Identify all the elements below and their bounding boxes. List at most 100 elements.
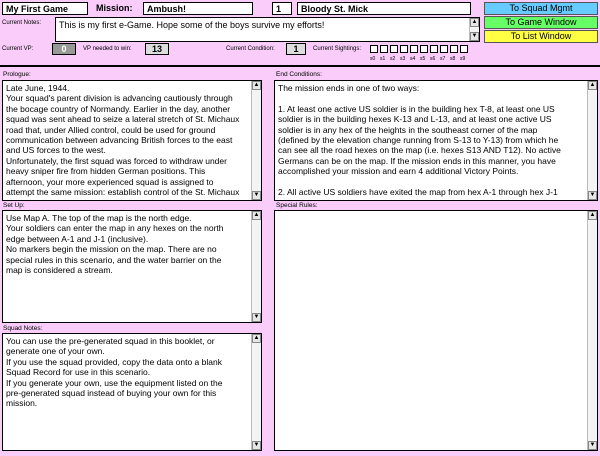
setup-line: Your soldiers can enter the map in any h… [6,223,224,234]
sighting-checkbox[interactable] [390,45,398,53]
prologue-scrollbar[interactable]: ▲ ▼ [251,81,261,200]
squad-notes-line: You can use the pre-generated squad in t… [6,336,215,346]
sighting-checkbox[interactable] [420,45,428,53]
mission-label: Mission: [96,3,133,13]
game-name-field[interactable]: My First Game [2,2,88,15]
to-game-window-button[interactable]: To Game Window [484,16,598,29]
special-rules-scrollbar[interactable]: ▲ ▼ [587,211,597,450]
squad-notes-line: generate one of your own. [6,346,105,357]
prologue-line: the bocage country of Normandy. Earlier … [6,103,231,114]
squad-notes-line: If you use the squad provided, copy the … [6,356,222,367]
special-rules-textarea[interactable]: ▲ ▼ [274,210,598,451]
sighting-label: s3 [400,56,406,62]
sighting-checkbox[interactable] [460,45,468,53]
end-conditions-scrollbar[interactable]: ▲ ▼ [587,81,597,200]
current-vp-value: 0 [52,43,76,55]
squad-notes-line: pre-generated squad instead of buying yo… [6,388,217,399]
sighting-label: s4 [410,56,416,62]
setup-textarea[interactable]: Use Map A. The top of the map is the nor… [2,210,262,323]
scroll-up-icon[interactable]: ▲ [252,81,261,90]
scenario-title-field[interactable]: Bloody St. Mick [297,2,471,15]
scroll-down-icon[interactable]: ▼ [588,191,597,200]
prologue-line: Your squad's parent division is advancin… [6,93,233,104]
sighting-label: s5 [420,56,426,62]
current-condition-label: Current Condition: [226,46,275,52]
end-conditions-textarea[interactable]: The mission ends in one of two ways: 1. … [274,80,598,201]
prologue-line: Unfortunately, the first squad was force… [6,155,227,166]
end-conditions-line: accomplished your mission and earn 4 add… [278,166,519,177]
scroll-down-icon[interactable]: ▼ [252,313,261,322]
current-notes-input[interactable]: This is my first e-Game. Hope some of th… [55,17,480,42]
squad-notes-line: mission. [6,398,38,409]
scroll-up-icon[interactable]: ▲ [588,211,597,220]
current-condition-value: 1 [286,43,306,55]
scroll-down-icon[interactable]: ▼ [470,32,479,41]
sighting-label: s1 [380,56,386,62]
prologue-line: heavy sniper fire from hidden German pos… [6,166,206,177]
squad-notes-line: If you generate your own, use the equipm… [6,377,223,388]
sighting-checkbox[interactable] [450,45,458,53]
prologue-line: and US forces to the west. [6,145,106,156]
sighting-label: s2 [390,56,396,62]
scroll-down-icon[interactable]: ▼ [252,191,261,200]
scroll-up-icon[interactable]: ▲ [588,81,597,90]
sighting-label: s9 [460,56,466,62]
end-conditions-line: can see all the road hexes on the map (i… [278,145,561,156]
mission-number-field[interactable]: 1 [272,2,292,15]
vp-needed-value: 13 [145,43,169,55]
sighting-label: s6 [430,56,436,62]
to-squad-mgmt-button[interactable]: To Squad Mgmt [484,2,598,15]
scroll-up-icon[interactable]: ▲ [252,211,261,220]
scroll-down-icon[interactable]: ▼ [252,441,261,450]
setup-line: map is considered a stream. [6,265,113,276]
sighting-checkbox[interactable] [400,45,408,53]
end-conditions-label: End Conditions: [276,71,322,78]
vp-needed-label: VP needed to win: [83,46,132,52]
squad-notes-label: Squad Notes: [3,325,43,332]
prologue-line: communication between advancing British … [6,135,233,146]
sighting-checkbox[interactable] [430,45,438,53]
scroll-down-icon[interactable]: ▼ [588,441,597,450]
current-vp-label: Current VP: [2,46,34,52]
prologue-textarea[interactable]: Late June, 1944. Your squad's parent div… [2,80,262,201]
setup-scrollbar[interactable]: ▲ ▼ [251,211,261,322]
end-conditions-line: soldier is in the building hexes K-13 an… [278,114,552,125]
to-list-window-button[interactable]: To List Window [484,30,598,43]
mission-name-field[interactable]: Ambush! [143,2,253,15]
setup-line: edge between A-1 and J-1 (inclusive). [6,233,149,244]
current-notes-scrollbar[interactable]: ▲ ▼ [469,18,479,41]
setup-line: special rules in this scenario, and the … [6,254,222,265]
sighting-checkbox[interactable] [370,45,378,53]
current-sightings-label: Current Sightings: [313,46,362,52]
sighting-checkbox[interactable] [410,45,418,53]
current-notes-text: This is my first e-Game. Hope some of th… [59,20,325,30]
sighting-label: s7 [440,56,446,62]
sighting-checkbox[interactable] [440,45,448,53]
end-conditions-line [278,177,585,187]
end-conditions-line [278,93,585,103]
setup-label: Set Up: [3,202,25,209]
scroll-up-icon[interactable]: ▲ [252,334,261,343]
prologue-line: squad was sent ahead to seize a lateral … [6,114,240,125]
squad-notes-line: Squad Record for use in this scenario. [6,367,151,378]
sighting-checkbox[interactable] [380,45,388,53]
end-conditions-line: soldier is in any hex of the heights in … [278,124,538,135]
end-conditions-line: 1. At least one active US soldier is in … [278,103,555,114]
end-conditions-line: 2. All active US soldiers have exited th… [278,187,558,198]
scroll-up-icon[interactable]: ▲ [470,18,479,27]
setup-line: No markers begin the mission on the map.… [6,244,217,255]
special-rules-label: Special Rules: [276,202,318,209]
header-divider [0,65,600,67]
prologue-line: Late June, 1944. [6,83,70,93]
end-conditions-line: (defined by the elevation change running… [278,135,559,146]
squad-notes-textarea[interactable]: You can use the pre-generated squad in t… [2,333,262,451]
end-conditions-line: Germans can be on the map. If the missio… [278,155,556,166]
sighting-label: s8 [450,56,456,62]
squad-notes-scrollbar[interactable]: ▲ ▼ [251,334,261,450]
sighting-label: s0 [370,56,376,62]
prologue-label: Prologue: [3,71,31,78]
setup-line: Use Map A. The top of the map is the nor… [6,213,192,223]
prologue-line: afternoon, your more experienced squad i… [6,176,214,187]
end-conditions-line: The mission ends in one of two ways: [278,83,420,93]
prologue-line: road that, under Allied control, could b… [6,124,216,135]
